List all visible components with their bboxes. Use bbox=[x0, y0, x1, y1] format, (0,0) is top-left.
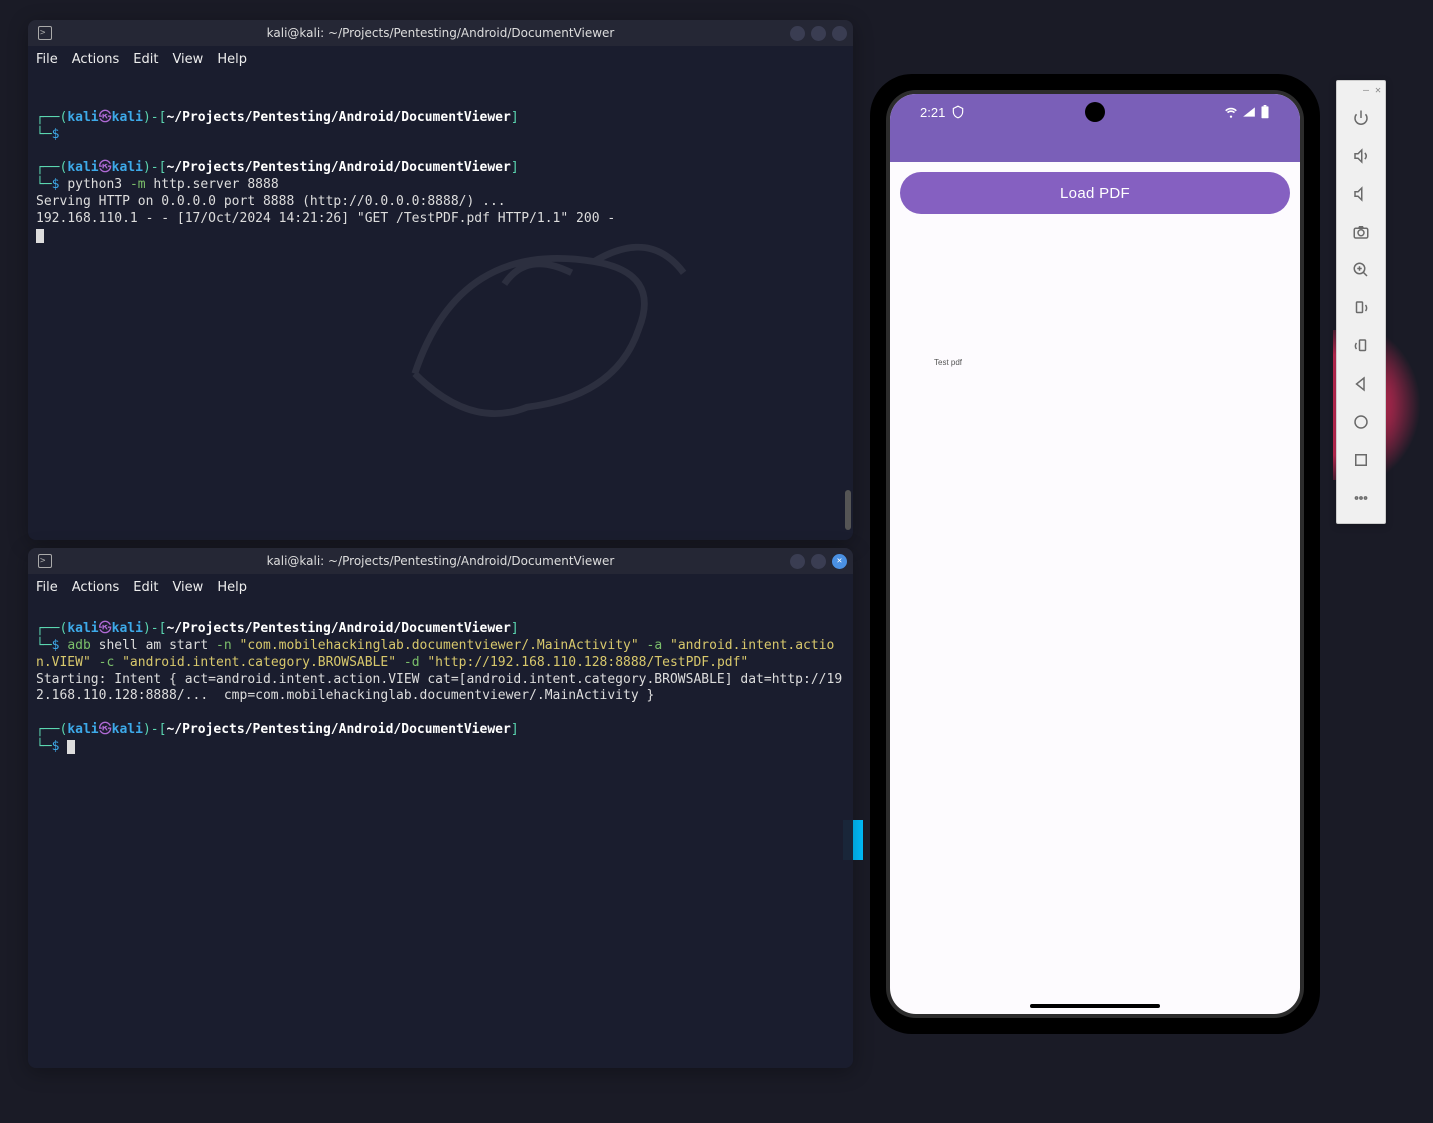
rotate-left-icon[interactable] bbox=[1337, 289, 1385, 327]
scrollbar[interactable] bbox=[845, 490, 851, 530]
back-icon[interactable] bbox=[1337, 365, 1385, 403]
app-bar bbox=[890, 130, 1300, 162]
close-button[interactable] bbox=[832, 26, 847, 41]
menu-edit[interactable]: Edit bbox=[133, 580, 158, 595]
terminal1-menubar: File Actions Edit View Help bbox=[28, 46, 853, 72]
zoom-icon[interactable] bbox=[1337, 251, 1385, 289]
rotate-right-icon[interactable] bbox=[1337, 327, 1385, 365]
terminal2-title: kali@kali: ~/Projects/Pentesting/Android… bbox=[267, 554, 615, 568]
terminal1-body[interactable]: ┌──(kali㉿kali)-[~/Projects/Pentesting/An… bbox=[28, 72, 853, 266]
terminal1-title: kali@kali: ~/Projects/Pentesting/Android… bbox=[267, 26, 615, 40]
menu-file[interactable]: File bbox=[36, 52, 58, 67]
terminal-icon bbox=[38, 554, 52, 568]
menu-actions[interactable]: Actions bbox=[72, 52, 120, 67]
wifi-icon bbox=[1224, 105, 1238, 119]
shield-icon bbox=[951, 105, 965, 119]
menu-file[interactable]: File bbox=[36, 580, 58, 595]
toolbar-close[interactable]: ✕ bbox=[1375, 85, 1381, 96]
camera-icon[interactable] bbox=[1337, 213, 1385, 251]
status-time: 2:21 bbox=[920, 105, 945, 120]
minimize-button[interactable] bbox=[790, 26, 805, 41]
emulator-screen[interactable]: 2:21 Load PDF Test pdf bbox=[890, 94, 1300, 1014]
menu-help[interactable]: Help bbox=[217, 52, 247, 67]
terminal2-menubar: File Actions Edit View Help bbox=[28, 574, 853, 600]
load-pdf-button[interactable]: Load PDF bbox=[900, 172, 1290, 214]
camera-cutout bbox=[1085, 102, 1105, 122]
menu-view[interactable]: View bbox=[172, 52, 203, 67]
signal-icon bbox=[1242, 105, 1256, 119]
nav-gesture-bar[interactable] bbox=[1030, 1004, 1160, 1008]
minimize-button[interactable] bbox=[790, 554, 805, 569]
maximize-button[interactable] bbox=[811, 554, 826, 569]
menu-edit[interactable]: Edit bbox=[133, 52, 158, 67]
menu-view[interactable]: View bbox=[172, 580, 203, 595]
terminal1-titlebar[interactable]: kali@kali: ~/Projects/Pentesting/Android… bbox=[28, 20, 853, 46]
volume-down-icon[interactable] bbox=[1337, 175, 1385, 213]
terminal-window-1: kali@kali: ~/Projects/Pentesting/Android… bbox=[28, 20, 853, 540]
terminal-icon bbox=[38, 26, 52, 40]
overview-icon[interactable] bbox=[1337, 441, 1385, 479]
emulator-toolbar: – ✕ bbox=[1336, 80, 1386, 524]
cursor bbox=[36, 229, 44, 243]
home-icon[interactable] bbox=[1337, 403, 1385, 441]
more-icon[interactable] bbox=[1337, 479, 1385, 517]
android-emulator-frame: 2:21 Load PDF Test pdf bbox=[870, 74, 1320, 1034]
volume-up-icon[interactable] bbox=[1337, 137, 1385, 175]
terminal-window-2: kali@kali: ~/Projects/Pentesting/Android… bbox=[28, 548, 853, 1068]
terminal2-body[interactable]: ┌──(kali㉿kali)-[~/Projects/Pentesting/An… bbox=[28, 600, 853, 777]
terminal2-titlebar[interactable]: kali@kali: ~/Projects/Pentesting/Android… bbox=[28, 548, 853, 574]
power-icon[interactable] bbox=[1337, 99, 1385, 137]
menu-help[interactable]: Help bbox=[217, 580, 247, 595]
pdf-content-label: Test pdf bbox=[934, 358, 962, 367]
maximize-button[interactable] bbox=[811, 26, 826, 41]
close-button[interactable] bbox=[832, 554, 847, 569]
cursor bbox=[67, 740, 75, 754]
toolbar-minimize[interactable]: – bbox=[1363, 85, 1369, 96]
menu-actions[interactable]: Actions bbox=[72, 580, 120, 595]
battery-icon bbox=[1260, 105, 1270, 119]
